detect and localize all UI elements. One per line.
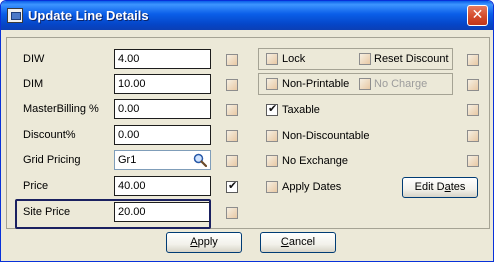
app-icon xyxy=(7,8,23,23)
diw-input[interactable]: 4.00 xyxy=(114,49,211,69)
cancel-accel: C xyxy=(280,236,289,248)
taxable-checkbox[interactable] xyxy=(266,102,278,116)
right-checkbox-3[interactable] xyxy=(467,104,479,116)
update-line-details-dialog: Update Line Details ✕ DIW DIM MasterBill… xyxy=(0,0,494,262)
grid-pricing-label: Grid Pricing xyxy=(23,154,81,166)
non-printable-label: Non-Printable xyxy=(282,78,350,90)
discount-checkbox[interactable] xyxy=(226,130,238,142)
taxable-label: Taxable xyxy=(282,104,320,116)
right-checkbox-4[interactable] xyxy=(467,130,479,142)
edit-dates-button[interactable]: Edit Dates xyxy=(402,177,478,198)
lock-checkbox[interactable] xyxy=(266,53,278,65)
no-exchange-checkbox[interactable] xyxy=(266,155,278,167)
master-billing-checkbox[interactable] xyxy=(226,104,238,116)
grid-pricing-input[interactable]: Gr1 xyxy=(114,150,211,170)
master-billing-input[interactable]: 0.00 xyxy=(114,99,211,119)
no-exchange-label: No Exchange xyxy=(282,155,349,167)
dim-checkbox[interactable] xyxy=(226,79,238,91)
grid-pricing-value: Gr1 xyxy=(118,154,137,166)
dim-label: DIM xyxy=(23,78,44,90)
close-button[interactable]: ✕ xyxy=(467,5,488,26)
price-label: Price xyxy=(23,180,49,192)
site-price-checkbox[interactable] xyxy=(226,207,238,219)
search-icon[interactable] xyxy=(193,153,207,167)
price-input[interactable]: 40.00 xyxy=(114,176,211,196)
apply-dates-label: Apply Dates xyxy=(282,181,342,193)
dialog-title: Update Line Details xyxy=(28,8,149,23)
diw-label: DIW xyxy=(23,53,45,65)
non-printable-checkbox[interactable] xyxy=(266,78,278,90)
cancel-button[interactable]: Cancel xyxy=(260,232,336,253)
lock-label: Lock xyxy=(282,53,306,65)
right-checkbox-1[interactable] xyxy=(467,54,479,66)
grid-pricing-checkbox[interactable] xyxy=(226,155,238,167)
reset-discount-checkbox[interactable] xyxy=(359,53,371,65)
no-charge-checkbox[interactable] xyxy=(359,78,371,90)
dim-input[interactable]: 10.00 xyxy=(114,74,211,94)
non-discountable-label: Non-Discountable xyxy=(282,130,370,142)
apply-text: pply xyxy=(197,236,218,248)
discount-label: Discount% xyxy=(23,129,76,141)
price-checkbox[interactable] xyxy=(226,179,238,193)
apply-dates-checkbox[interactable] xyxy=(266,181,278,193)
apply-button[interactable]: Apply xyxy=(166,232,242,253)
edit-dates-text-1: Edit D xyxy=(414,181,445,193)
cancel-text: ancel xyxy=(288,236,316,248)
reset-discount-label: Reset Discount xyxy=(374,53,449,65)
right-checkbox-5[interactable] xyxy=(467,155,479,167)
site-price-highlight xyxy=(15,199,211,229)
master-billing-label: MasterBilling % xyxy=(23,103,99,115)
no-charge-label: No Charge xyxy=(374,78,428,90)
edit-dates-text-2: tes xyxy=(450,181,466,193)
apply-accel: A xyxy=(190,236,198,248)
diw-checkbox[interactable] xyxy=(226,54,238,66)
right-checkbox-2[interactable] xyxy=(467,79,479,91)
non-discountable-checkbox[interactable] xyxy=(266,130,278,142)
title-bar[interactable]: Update Line Details ✕ xyxy=(1,1,493,30)
discount-input[interactable]: 0.00 xyxy=(114,125,211,145)
